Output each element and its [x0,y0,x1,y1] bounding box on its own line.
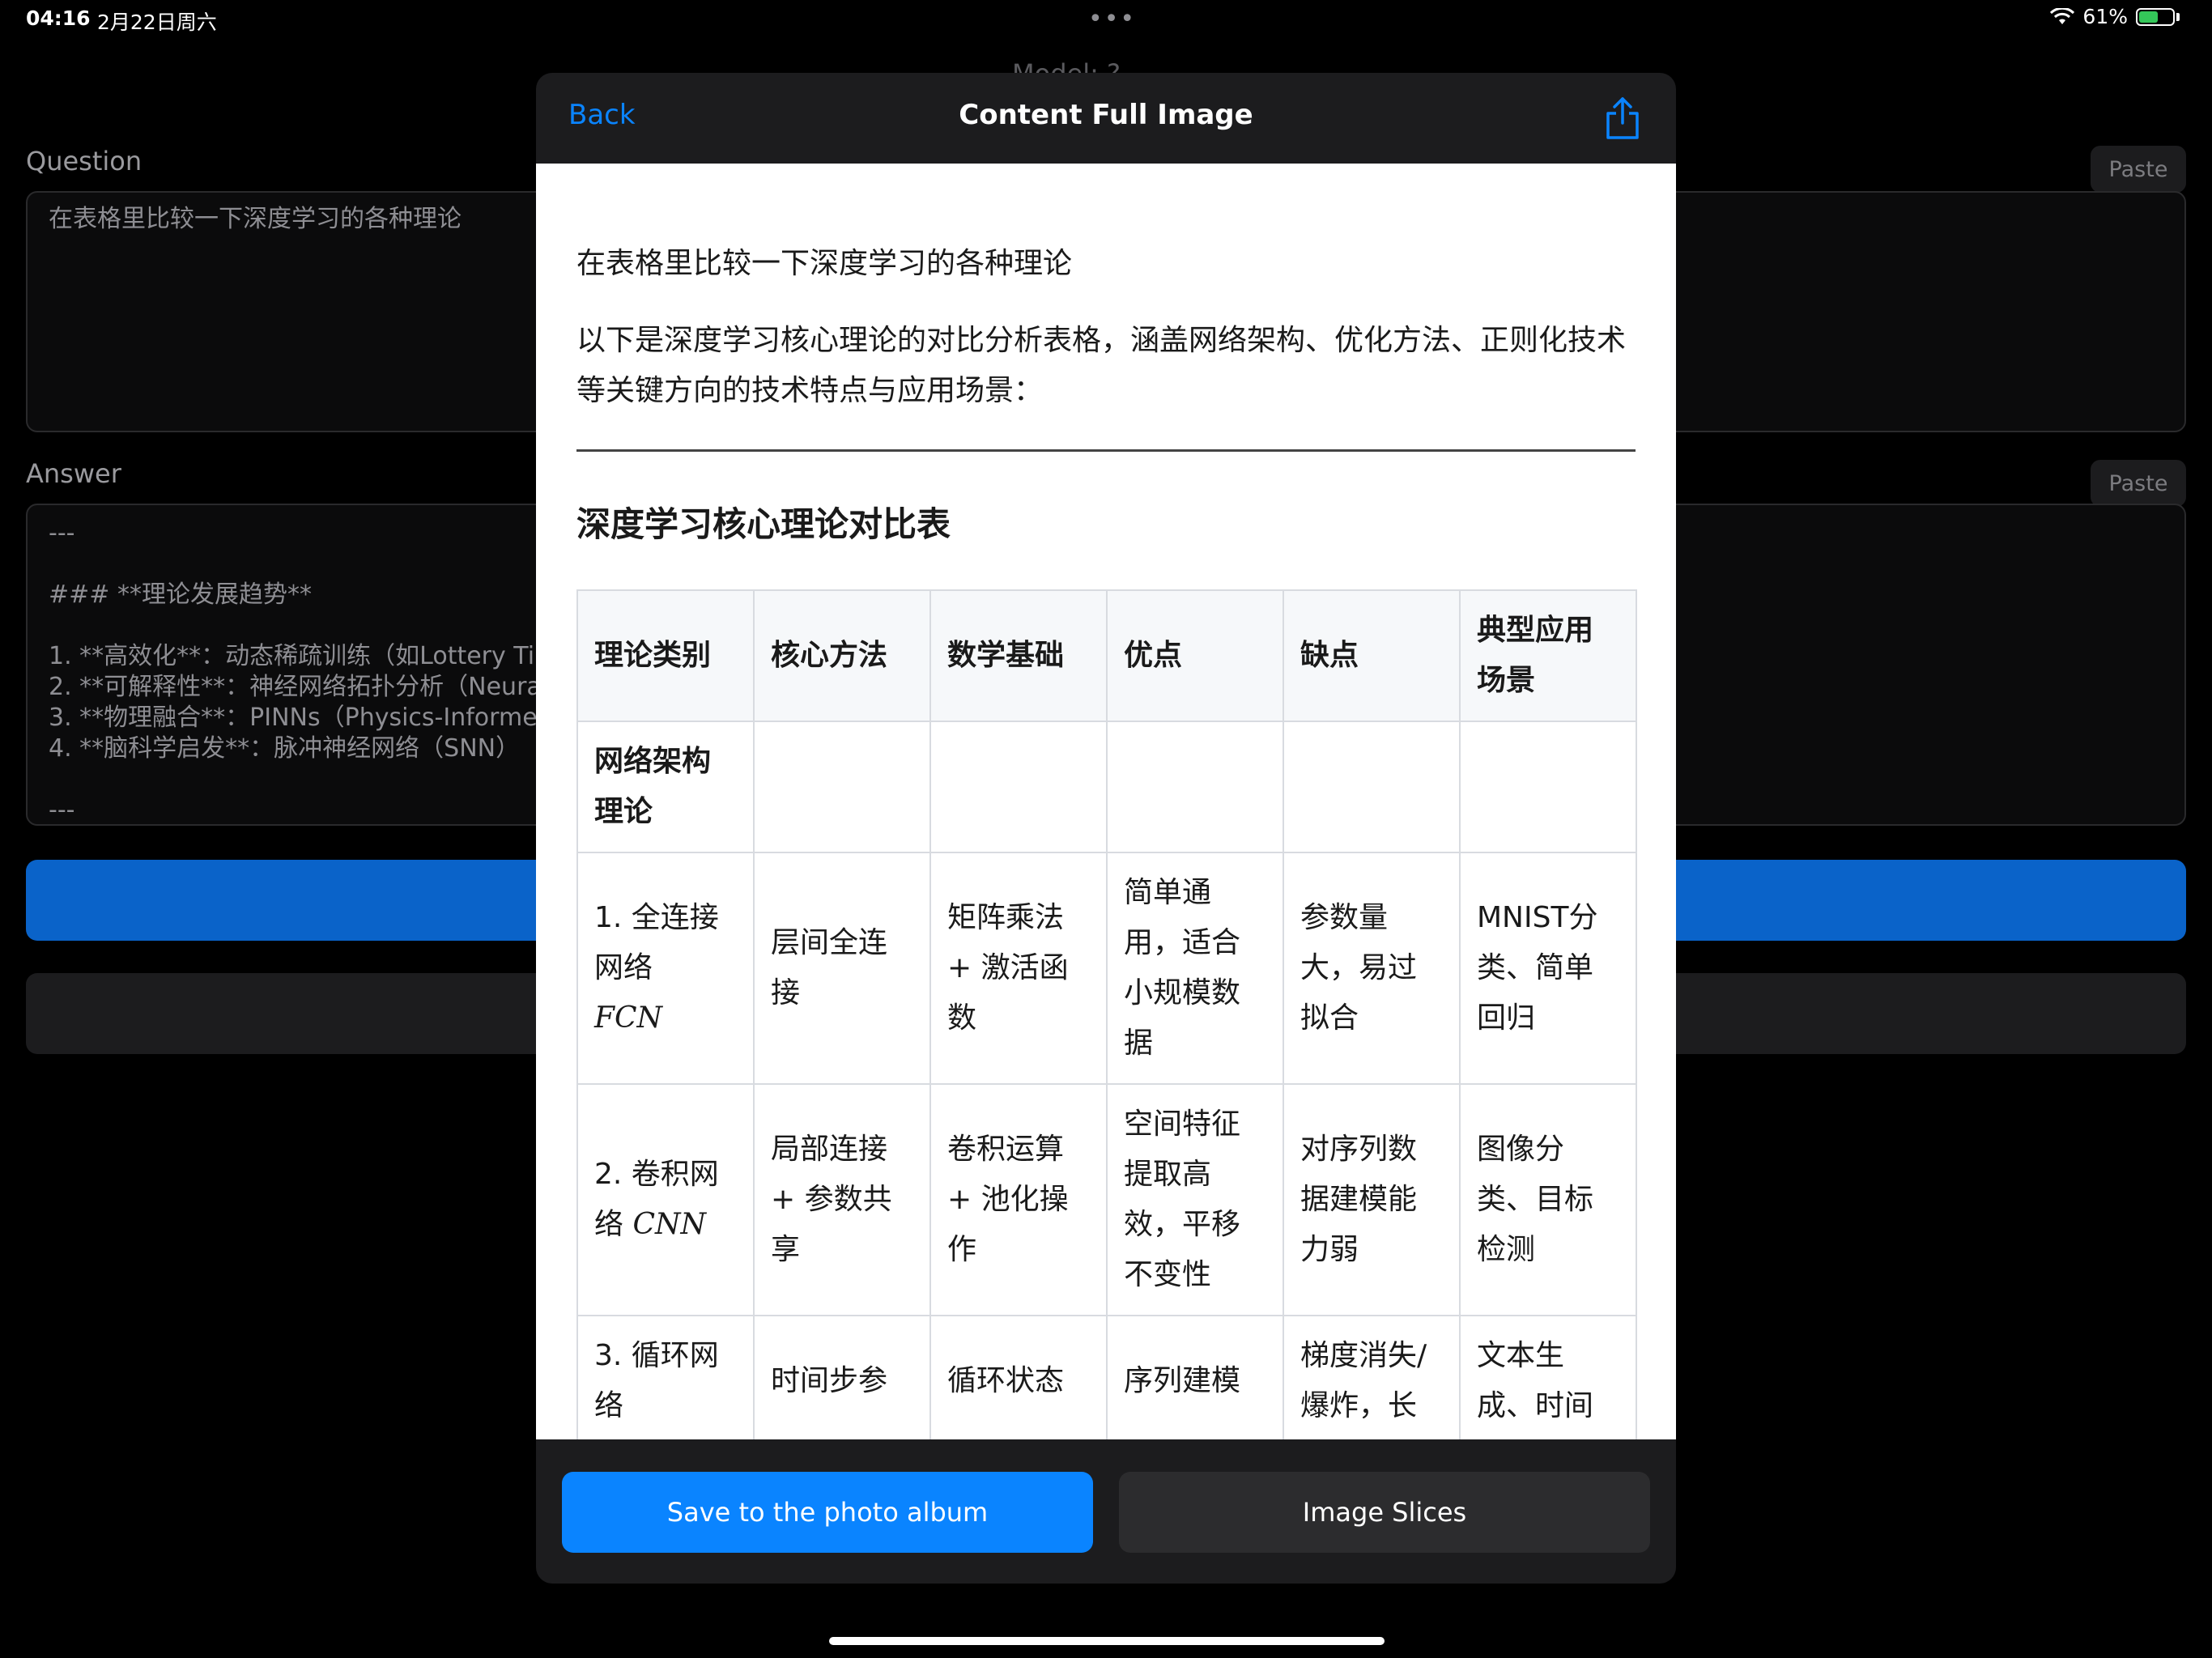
theory-comparison-table: 理论类别 核心方法 数学基础 优点 缺点 典型应用场景 网络架构理论 1. 全连… [576,589,1637,1439]
wifi-icon [2050,7,2075,24]
answer-input-text: --- ### **理论发展趋势** 1. **高效化**：动态稀疏训练（如Lo… [49,519,542,824]
content-question: 在表格里比较一下深度学习的各种理论 [576,247,1073,280]
table-cell [753,721,931,853]
multitasking-dots[interactable]: ••• [1088,5,1136,33]
table-cell: 矩阵乘法 + 激活函数 [929,852,1108,1085]
table-row: 2. 卷积网络 CNN 局部连接 + 参数共享 卷积运算 + 池化操作 空间特征… [576,1083,1637,1316]
header-cell: 优点 [1106,589,1284,722]
table-cell: 卷积运算 + 池化操作 [929,1083,1108,1316]
theory-name: 1. 全连接网络 [594,901,719,984]
status-right: 61% [2050,5,2180,28]
header-cell: 数学基础 [929,589,1108,722]
table-cell [1106,721,1284,853]
image-slices-button[interactable]: Image Slices [1119,1472,1650,1553]
table-cell [929,721,1108,853]
table-cell: 简单通用，适合小规模数据 [1106,852,1284,1085]
table-cell: 1. 全连接网络 FCN [576,852,755,1085]
table-cell: MNIST分类、简单回归 [1459,852,1637,1085]
content-full-image[interactable]: 在表格里比较一下深度学习的各种理论 以下是深度学习核心理论的对比分析表格，涵盖网… [536,164,1676,1439]
header-cell: 理论类别 [576,589,755,722]
answer-label: Answer [26,458,121,489]
theory-abbrev: CNN [632,1208,707,1241]
table-cell: 2. 卷积网络 CNN [576,1083,755,1316]
status-time: 04:16 [26,6,91,30]
table-cell: 局部连接 + 参数共享 [753,1083,931,1316]
header-cell: 缺点 [1283,589,1461,722]
question-input-text: 在表格里比较一下深度学习的各种理论 [49,205,462,233]
home-indicator[interactable] [829,1637,1385,1645]
modal-title: Content Full Image [959,99,1253,131]
header-cell: 典型应用场景 [1459,589,1637,722]
content-intro: 以下是深度学习核心理论的对比分析表格，涵盖网络架构、优化方法、正则化技术等关键方… [576,324,1627,407]
theory-abbrev: FCN [594,1001,663,1035]
table-row: 3. 循环网络 时间步参 循环状态 序列建模 梯度消失/爆炸，长 文本生成、时间 [576,1315,1637,1439]
table-cell: 梯度消失/爆炸，长 [1283,1315,1461,1439]
content-divider [576,449,1636,452]
table-cell: 图像分类、目标检测 [1459,1083,1637,1316]
table-cell: 参数量大，易过拟合 [1283,852,1461,1085]
battery-cap [2176,12,2180,21]
modal-header: Back Content Full Image [536,73,1676,164]
table-cell: 循环状态 [929,1315,1108,1439]
question-label: Question [26,146,143,176]
table-row: 1. 全连接网络 FCN 层间全连接 矩阵乘法 + 激活函数 简单通用，适合小规模… [576,852,1637,1085]
share-icon[interactable] [1603,96,1642,141]
table-title: 深度学习核心理论对比表 [576,504,951,544]
table-cell: 3. 循环网络 [576,1315,755,1439]
table-category-row: 网络架构理论 [576,721,1637,853]
battery-percent: 61% [2082,5,2128,28]
table-cell [1459,721,1637,853]
table-cell [1283,721,1461,853]
table-cell: 时间步参 [753,1315,931,1439]
table-cell: 对序列数据建模能力弱 [1283,1083,1461,1316]
answer-paste-button[interactable]: Paste [2091,460,2186,507]
category-cell: 网络架构理论 [576,721,755,853]
table-cell: 文本生成、时间 [1459,1315,1637,1439]
question-paste-button[interactable]: Paste [2091,146,2186,193]
header-cell: 核心方法 [753,589,931,722]
battery-icon [2136,7,2175,26]
table-cell: 序列建模 [1106,1315,1284,1439]
save-to-album-button[interactable]: Save to the photo album [562,1472,1093,1553]
table-cell: 层间全连接 [753,852,931,1085]
battery-fill [2139,11,2158,23]
content-image-modal: Back Content Full Image 在表格里比较一下深度学习的各种理… [536,73,1676,1584]
table-header-row: 理论类别 核心方法 数学基础 优点 缺点 典型应用场景 [576,589,1637,722]
status-date: 2月22日周六 [97,11,217,34]
table-cell: 空间特征提取高效，平移不变性 [1106,1083,1284,1316]
